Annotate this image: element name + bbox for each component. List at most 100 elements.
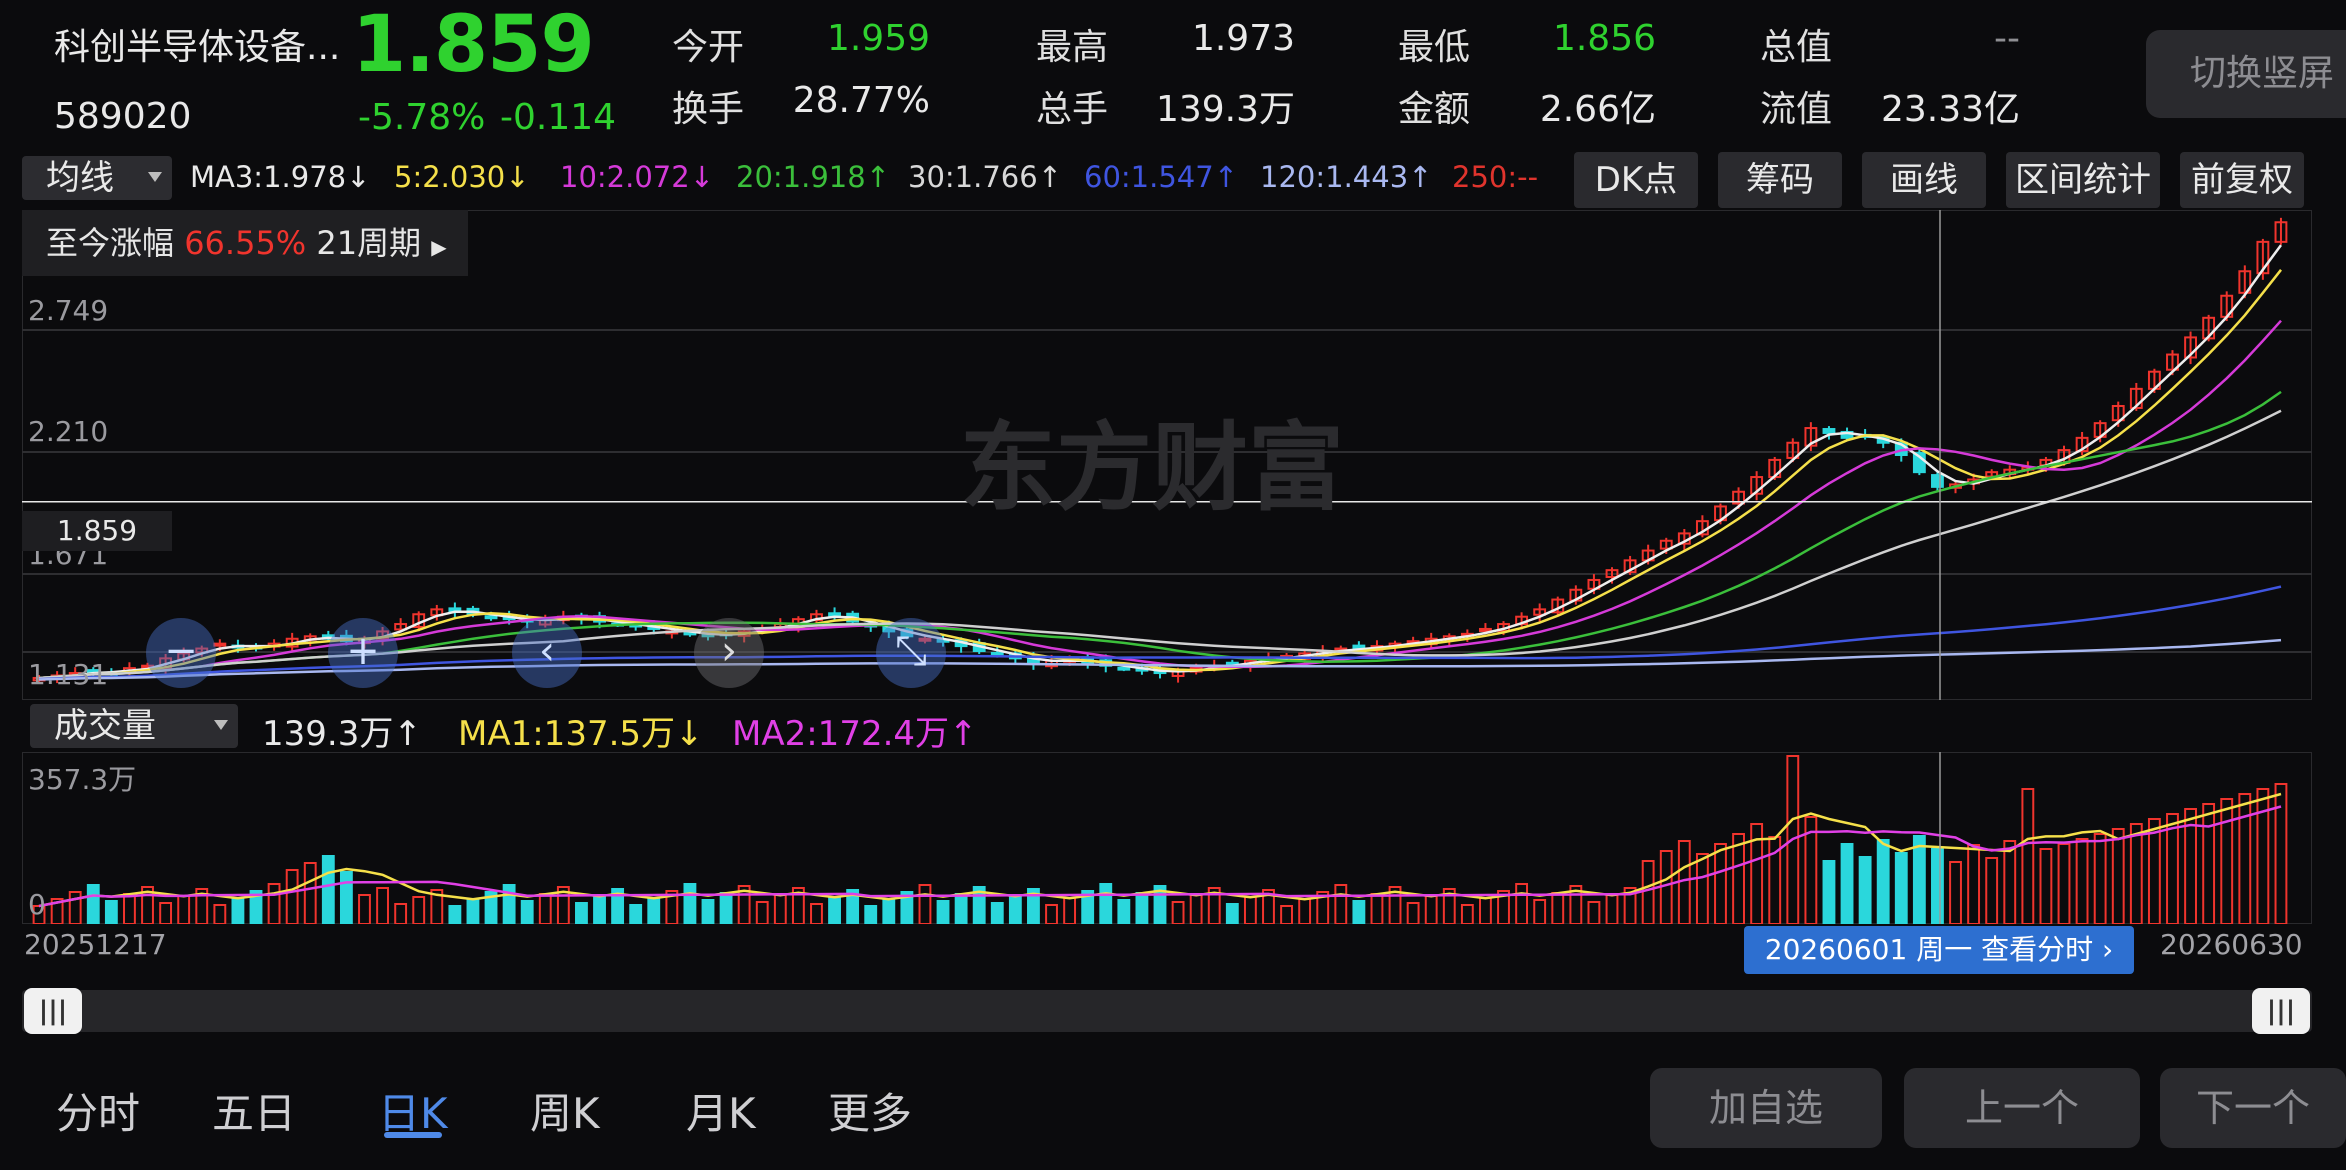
volume-bar	[376, 887, 389, 924]
tab-intraday[interactable]: 分时	[56, 1080, 140, 1141]
volume-bar	[1732, 833, 1745, 924]
volume-bar	[1008, 895, 1022, 924]
volume-bar	[882, 898, 896, 924]
volume-bar	[1641, 860, 1655, 924]
volume-bar	[701, 899, 715, 924]
volume-bar	[86, 884, 100, 924]
volume-bar	[2202, 803, 2216, 924]
next-button[interactable]: 下一个	[2160, 1068, 2346, 1148]
turnover-label: 换手	[672, 89, 745, 130]
volume-bar	[466, 898, 480, 924]
volume-bar	[593, 895, 606, 924]
volume-bar	[502, 884, 516, 924]
open-label: 今开	[672, 27, 745, 68]
end-date: 20260630	[2160, 928, 2303, 961]
volume-bar	[575, 902, 588, 924]
switch-portrait-button[interactable]: 切换竖屏	[2146, 30, 2346, 118]
total-value-label: 总值	[1760, 27, 1833, 68]
volume-bar	[2238, 793, 2252, 924]
volume-bar	[1912, 835, 1926, 924]
volume-bar	[1695, 853, 1709, 924]
zoom-in-icon[interactable]: +	[328, 618, 398, 688]
volume-bar	[267, 883, 281, 924]
volume-bar	[719, 892, 733, 924]
volume-bar	[177, 895, 191, 924]
volume-current: 139.3万↑	[262, 714, 422, 754]
float-value: 23.33亿	[1880, 89, 2020, 130]
chips-button[interactable]: 筹码	[1718, 152, 1842, 208]
volume-bar	[1931, 848, 1944, 924]
ma60-value: 60:1.547↑	[1084, 160, 1238, 194]
last-price: 1.859	[352, 0, 595, 90]
volume-bar	[1099, 883, 1113, 924]
volume-bar	[1822, 860, 1836, 924]
instrument-code: 589020	[54, 96, 192, 137]
volume-bar	[358, 894, 371, 924]
current-price-tag: 1.859	[22, 511, 172, 551]
start-date: 20251217	[24, 928, 167, 961]
volume-bar	[1894, 852, 1908, 924]
volume-bar	[1352, 900, 1366, 924]
volume-bar	[303, 862, 317, 924]
watermark: 东方财富	[960, 412, 1344, 524]
volume-bar	[828, 896, 841, 924]
volume-bar	[1243, 896, 1257, 924]
view-intraday-tip[interactable]: 20260601 周一 查看分时 ›	[1744, 926, 2134, 974]
volume-bar	[755, 901, 769, 924]
volume-bar	[123, 893, 136, 924]
range-handle-left[interactable]: |||	[24, 988, 82, 1034]
tab-monthly-k[interactable]: 月K	[686, 1080, 756, 1141]
high-label: 最高	[1036, 27, 1109, 68]
volume-bar	[1280, 905, 1293, 924]
volume-bar	[1985, 857, 1999, 924]
volume-bar	[954, 893, 968, 924]
volume-bar	[990, 902, 1004, 924]
volume-bar	[2129, 823, 2143, 924]
tab-weekly-k[interactable]: 周K	[530, 1080, 600, 1141]
volume-bar	[1840, 843, 1854, 924]
ma20-value: 20:1.918↑	[736, 160, 890, 194]
volume-bar	[68, 891, 82, 924]
total-value: --	[1994, 18, 2020, 59]
range-stats-button[interactable]: 区间统计	[2006, 152, 2160, 208]
change-value: -0.114	[500, 97, 617, 138]
indicator-selector[interactable]: 均线	[22, 156, 172, 200]
range-scrollbar[interactable]	[22, 990, 2312, 1032]
add-watchlist-button[interactable]: 加自选	[1650, 1068, 1882, 1148]
volume-bar	[918, 884, 932, 924]
volume-bar	[1551, 892, 1565, 924]
collapse-icon[interactable]: ⤡	[876, 618, 946, 688]
previous-button[interactable]: 上一个	[1904, 1068, 2140, 1148]
volume-bar	[321, 855, 335, 924]
volume-bar	[1677, 840, 1691, 924]
period-gain-box[interactable]: 至今涨幅 66.55% 21周期 ▶	[22, 210, 468, 276]
candle	[1931, 474, 1944, 488]
dk-point-button[interactable]: DK点	[1574, 152, 1698, 208]
range-handle-right[interactable]: |||	[2252, 988, 2310, 1034]
volume-bar	[1605, 894, 1619, 924]
volume-axis-zero: 0	[28, 888, 46, 921]
volume-indicator-selector[interactable]: 成交量	[30, 704, 238, 748]
high-value: 1.973	[1191, 18, 1295, 59]
volume-chart[interactable]	[22, 752, 2312, 924]
ma3-value: MA3:1.978↓	[190, 160, 371, 194]
adjust-price-button[interactable]: 前复权	[2180, 152, 2304, 208]
draw-line-button[interactable]: 画线	[1862, 152, 1986, 208]
volume-bar	[2093, 833, 2107, 924]
tab-five-day[interactable]: 五日	[212, 1080, 296, 1141]
low-label: 最低	[1398, 27, 1471, 68]
open-value: 1.959	[826, 18, 930, 59]
volume-bar	[1298, 898, 1312, 924]
volume-bar	[538, 893, 552, 924]
volume-bar	[213, 904, 227, 924]
scroll-right-icon[interactable]: ›	[694, 618, 764, 688]
tab-more[interactable]: 更多	[828, 1080, 912, 1141]
volume-bar	[231, 897, 245, 924]
volume-label: 总手	[1036, 89, 1109, 130]
scroll-left-icon[interactable]: ‹	[512, 618, 582, 688]
chevron-right-icon: ▶	[431, 235, 447, 259]
candle	[1822, 428, 1836, 434]
volume-bar	[1479, 897, 1492, 924]
zoom-out-icon[interactable]: −	[146, 618, 216, 688]
volume-bar	[448, 905, 462, 924]
